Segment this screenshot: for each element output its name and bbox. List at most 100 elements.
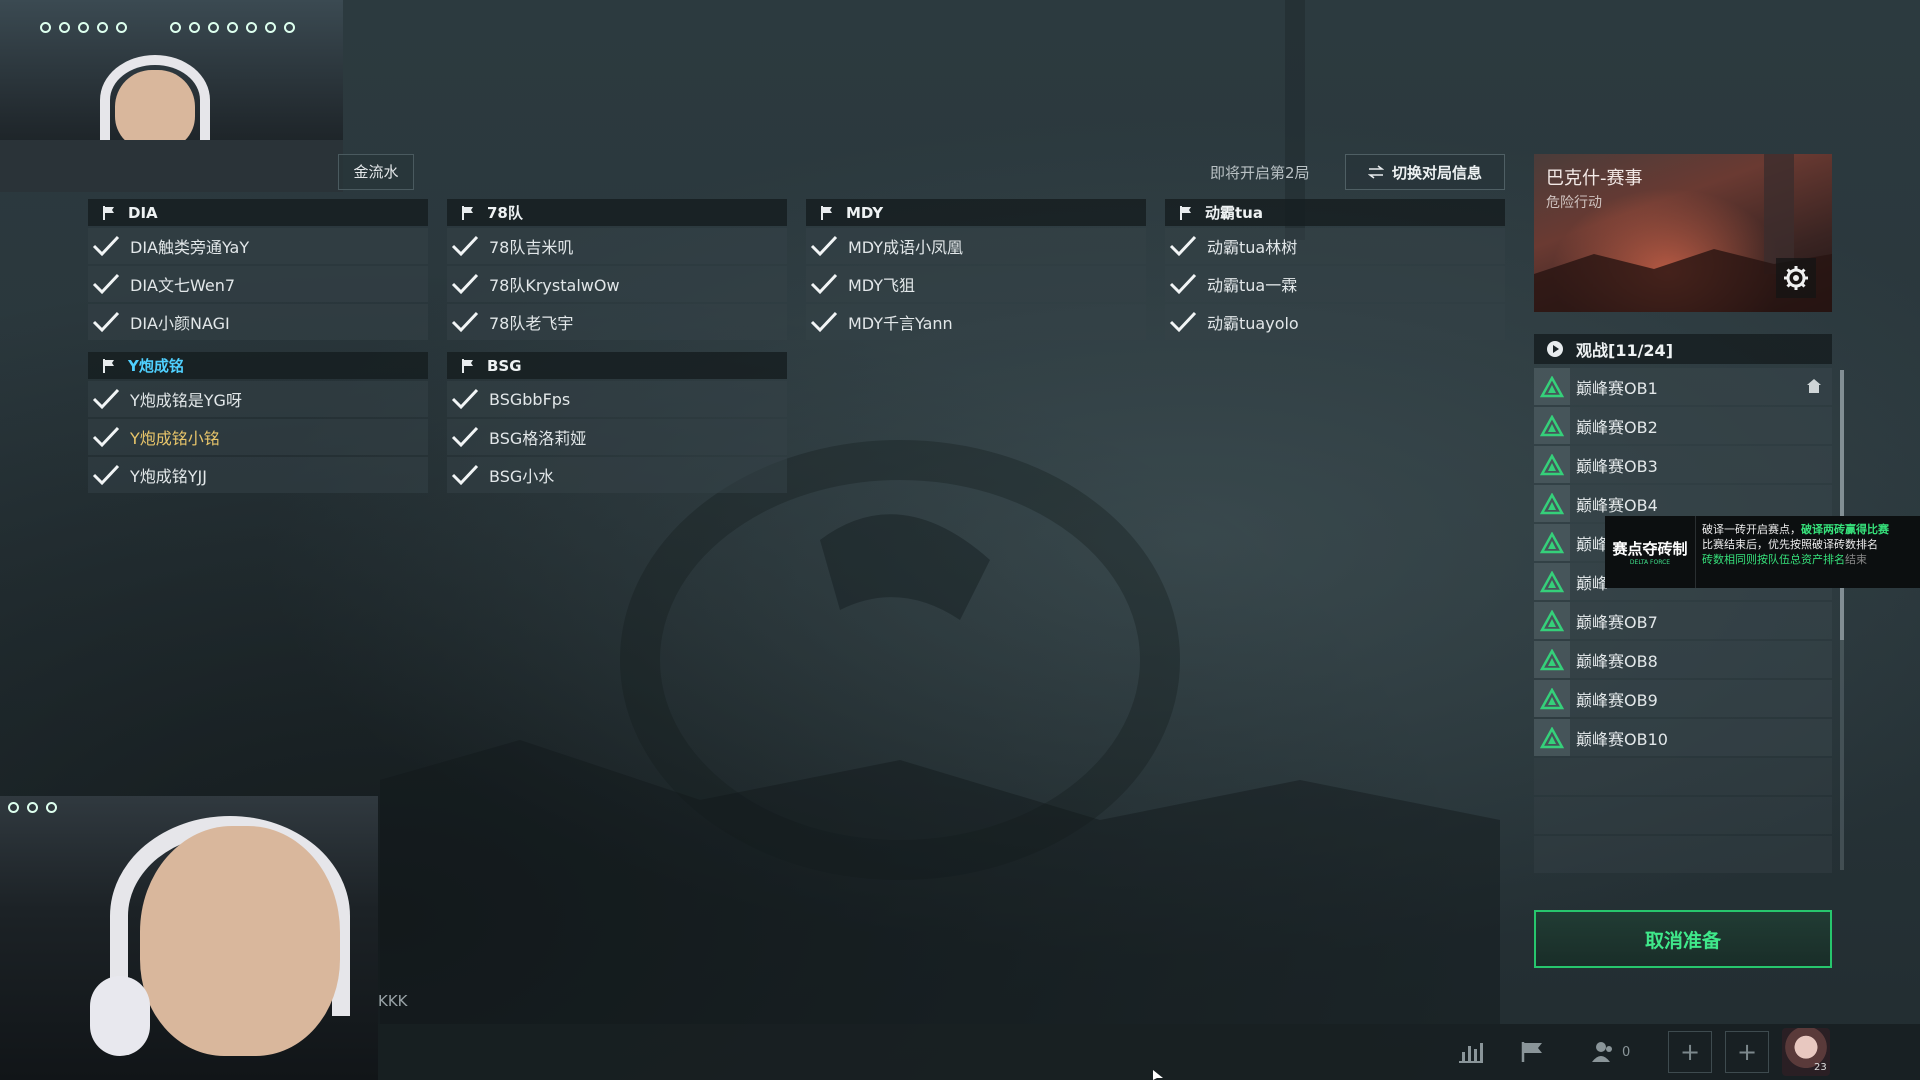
spectator-slot[interactable]: 巅峰赛OB2 [1534, 407, 1832, 444]
spectator-scrollbar-thumb[interactable] [1840, 370, 1844, 640]
check-icon [88, 381, 124, 417]
team-flag-button[interactable] [1520, 1040, 1546, 1064]
player-row[interactable]: 78队吉米叽 [447, 228, 787, 264]
player-row[interactable]: 78队老飞宇 [447, 304, 787, 340]
triangle-icon [1534, 680, 1570, 717]
team-name: BSG [487, 356, 522, 375]
player-row[interactable]: DIA触类旁通YaY [88, 228, 428, 264]
check-icon [1165, 266, 1201, 302]
spectator-slot[interactable]: 巅峰赛OB3 [1534, 446, 1832, 483]
streamer-face [140, 826, 340, 1056]
banner-title: 赛点夺砖制 [1612, 540, 1688, 558]
spectator-slot[interactable]: 巅峰赛OB8 [1534, 641, 1832, 678]
spectator-name: 巅峰 [1576, 573, 1609, 593]
player-row[interactable]: 78队KrystalwOw [447, 266, 787, 302]
player-name: 78队吉米叽 [489, 238, 574, 257]
team-header: BSG [447, 352, 787, 379]
banner-logo: 赛点夺砖制 DELTA FORCE [1605, 516, 1696, 588]
invite-slot-button[interactable]: + [1668, 1031, 1712, 1073]
banner-line2: 比赛结束后，优先按照破译砖数排名 [1702, 538, 1878, 551]
player-name: DIA文七Wen7 [130, 276, 236, 295]
player-row[interactable]: 动霸tua一霖 [1165, 266, 1505, 302]
switch-match-info-button[interactable]: 切换对局信息 [1345, 154, 1505, 190]
player-row[interactable]: DIA文七Wen7 [88, 266, 428, 302]
check-icon [806, 228, 842, 264]
spectator-slot[interactable]: 巅峰赛OB9 [1534, 680, 1832, 717]
banner-line3a: 砖数相同则按队伍总资产排名 [1702, 553, 1845, 566]
team-dongba-tua: 动霸tua 动霸tua林树 动霸tua一霖 动霸tuayolo [1165, 199, 1505, 340]
team-name: DIA [128, 203, 158, 222]
stage-lights [40, 22, 127, 33]
spectator-name: 巅峰赛OB1 [1576, 378, 1658, 398]
team-78: 78队 78队吉米叽 78队KrystalwOw 78队老飞宇 [447, 199, 787, 340]
player-row[interactable]: Y炮成铭是YG呀 [88, 381, 428, 417]
flag-icon [103, 358, 114, 373]
spectator-name: 巅峰赛OB10 [1576, 729, 1668, 749]
spectate-header[interactable]: 观战[11/24] [1534, 334, 1832, 364]
map-title: 巴克什-赛事 [1546, 168, 1643, 189]
flag-icon [103, 205, 114, 220]
player-row[interactable]: BSG格洛莉娅 [447, 419, 787, 455]
team-header: MDY [806, 199, 1146, 226]
spectator-name: 巅峰 [1576, 534, 1609, 554]
check-icon [88, 266, 124, 302]
mouse-cursor-icon [1153, 1070, 1163, 1080]
empty-spectator-slot[interactable] [1534, 758, 1832, 795]
play-icon [1547, 341, 1563, 357]
check-icon [806, 266, 842, 302]
plus-icon: + [1736, 1038, 1758, 1066]
player-row[interactable]: MDY千言Yann [806, 304, 1146, 340]
friends-button[interactable]: 0 [1590, 1040, 1630, 1064]
player-row[interactable]: BSG小水 [447, 457, 787, 493]
spectate-count: 观战[11/24] [1576, 341, 1674, 360]
player-name: 动霸tuayolo [1207, 314, 1299, 333]
player-row[interactable]: MDY成语小凤凰 [806, 228, 1146, 264]
check-icon [447, 266, 483, 302]
player-row[interactable]: Y炮成铭小铭 [88, 419, 428, 455]
player-name: Y炮成铭是YG呀 [130, 391, 242, 410]
triangle-icon [1534, 563, 1570, 600]
player-name: DIA小颜NAGI [130, 314, 230, 333]
desk [0, 140, 343, 192]
player-row[interactable]: MDY飞狙 [806, 266, 1146, 302]
spectator-slot[interactable]: 巅峰赛OB10 [1534, 719, 1832, 756]
team-ypao-chengming: Y炮成铭 Y炮成铭是YG呀 Y炮成铭小铭 Y炮成铭YJJ [88, 352, 428, 493]
spectator-slot[interactable]: 巅峰赛OB7 [1534, 602, 1832, 639]
invite-slot-button[interactable]: + [1725, 1031, 1769, 1073]
triangle-icon [1534, 602, 1570, 639]
player-row[interactable]: DIA小颜NAGI [88, 304, 428, 340]
check-icon [1165, 304, 1201, 340]
spectator-name: 巅峰赛OB4 [1576, 495, 1658, 515]
spectator-name: 巅峰赛OB8 [1576, 651, 1658, 671]
player-row[interactable]: 动霸tua林树 [1165, 228, 1505, 264]
player-name: 动霸tua林树 [1207, 238, 1298, 257]
player-row[interactable]: Y炮成铭YJJ [88, 457, 428, 493]
player-name: MDY千言Yann [848, 314, 953, 333]
fund-flow-tab[interactable]: 金流水 [338, 154, 414, 190]
team-bsg: BSG BSGbbFps BSG格洛莉娅 BSG小水 [447, 352, 787, 493]
team-dia: DIA DIA触类旁通YaY DIA文七Wen7 DIA小颜NAGI [88, 199, 428, 340]
stats-button[interactable] [1457, 1040, 1485, 1064]
empty-spectator-slot[interactable] [1534, 797, 1832, 834]
empty-spectator-slot[interactable] [1534, 836, 1832, 873]
player-name: MDY成语小凤凰 [848, 238, 964, 257]
cancel-ready-button[interactable]: 取消准备 [1534, 910, 1832, 968]
check-icon [88, 457, 124, 493]
map-settings-button[interactable] [1776, 258, 1816, 298]
spectator-slot[interactable]: 巅峰赛OB1 [1534, 368, 1832, 405]
map-card: 巴克什-赛事 危险行动 [1534, 154, 1832, 312]
friends-icon [1592, 1042, 1612, 1062]
team-header: 78队 [447, 199, 787, 226]
flag-icon [1521, 1042, 1542, 1062]
player-row[interactable]: BSGbbFps [447, 381, 787, 417]
triangle-icon [1534, 719, 1570, 756]
flag-icon [1180, 205, 1191, 220]
stage-lights-2 [170, 22, 295, 33]
player-name: BSGbbFps [489, 389, 571, 409]
webcam-bottom [0, 796, 378, 1080]
check-icon [806, 304, 842, 340]
spectator-name: 巅峰赛OB7 [1576, 612, 1658, 632]
banner-line1b: 破译两砖赢得比赛 [1801, 523, 1889, 536]
player-row[interactable]: 动霸tuayolo [1165, 304, 1505, 340]
player-name: Y炮成铭YJJ [130, 467, 207, 486]
